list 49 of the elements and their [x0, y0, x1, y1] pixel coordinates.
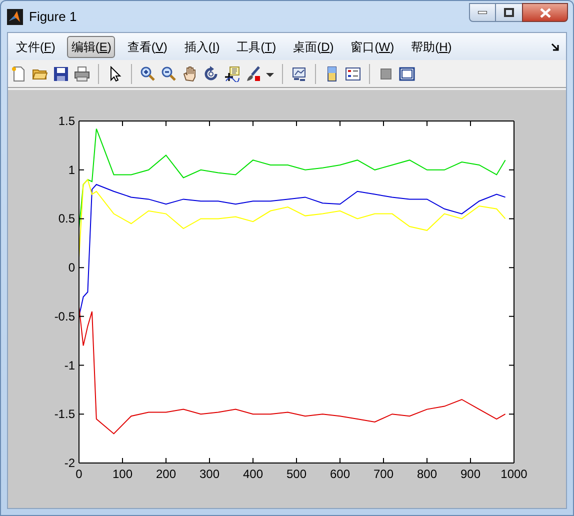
x-tick-label: 600	[330, 467, 350, 481]
x-tick-label: 400	[242, 467, 264, 481]
y-tick-label: -2	[64, 456, 75, 470]
y-tick-label: 0.5	[58, 212, 75, 226]
close-button[interactable]	[522, 3, 568, 22]
dock-arrow-icon[interactable]	[551, 42, 559, 50]
menu-item[interactable]: 窗口(W)	[346, 36, 400, 58]
window-title: Figure 1	[29, 8, 77, 26]
menu-item[interactable]: 桌面(D)	[288, 36, 339, 58]
rotate-icon[interactable]	[203, 66, 219, 82]
printer-icon[interactable]	[74, 66, 90, 82]
window-frame-icon[interactable]	[399, 66, 415, 82]
x-tick-label: 100	[112, 467, 133, 481]
link-plot-icon[interactable]	[291, 66, 307, 82]
data-cursor-icon[interactable]	[224, 66, 240, 82]
x-tick-label: 300	[199, 467, 220, 481]
y-tick-label: 1	[68, 162, 75, 177]
x-tick-label: 800	[416, 467, 438, 481]
maximize-button[interactable]	[496, 3, 522, 22]
y-tick-label: 0	[68, 260, 75, 275]
menu-item[interactable]: 文件(F)	[11, 36, 60, 58]
minimize-icon	[478, 11, 487, 14]
app-logo-icon	[7, 8, 23, 24]
restore-icon	[504, 8, 514, 17]
zoom-out-icon[interactable]	[161, 66, 177, 82]
x-tick-label: 0	[76, 467, 82, 481]
x-tick-label: 900	[460, 467, 481, 481]
y-tick-label: -1	[64, 358, 75, 372]
y-tick-label: 1.5	[58, 114, 75, 128]
new-file-icon[interactable]	[11, 66, 27, 82]
y-tick-label: -0.5	[54, 309, 75, 324]
menu-item[interactable]: 查看(V)	[122, 36, 172, 58]
legend-icon[interactable]	[345, 66, 361, 82]
x-tick-label: 700	[373, 467, 394, 481]
menu-item[interactable]: 帮助(H)	[406, 36, 457, 58]
x-tick-label: 200	[156, 467, 176, 481]
menu-item[interactable]: 编辑(E)	[67, 36, 116, 58]
brush-icon[interactable]	[245, 66, 261, 82]
y-tick-label: -1.5	[54, 407, 75, 422]
x-tick-label: 500	[286, 467, 307, 481]
x-tick-label: 1000	[500, 467, 528, 481]
square-icon[interactable]	[378, 66, 394, 82]
save-icon[interactable]	[53, 66, 69, 82]
zoom-in-icon[interactable]	[140, 66, 156, 82]
menu-item[interactable]: 工具(T)	[232, 36, 282, 58]
close-icon	[540, 8, 550, 18]
pan-hand-icon[interactable]	[182, 66, 198, 82]
menu-item[interactable]: 插入(I)	[179, 36, 225, 58]
minimize-button[interactable]	[469, 3, 496, 22]
